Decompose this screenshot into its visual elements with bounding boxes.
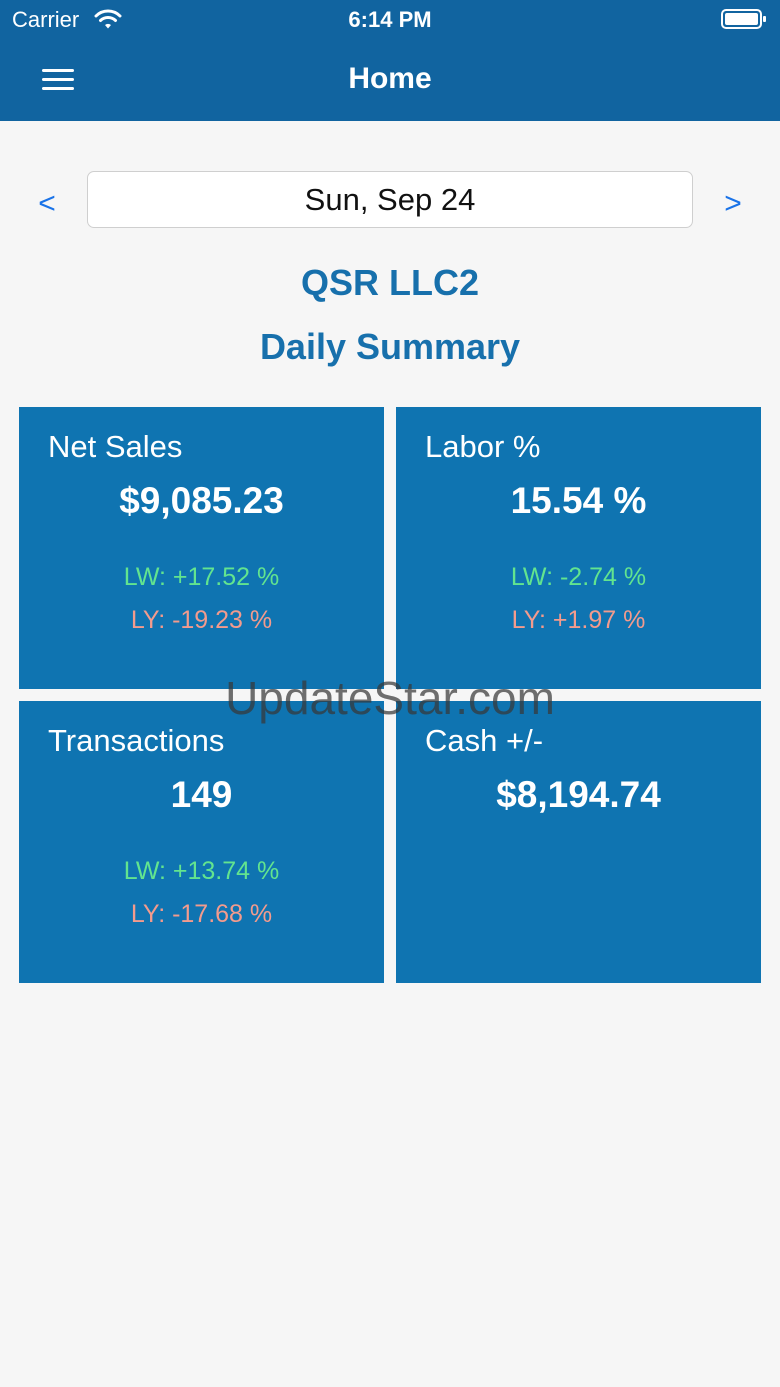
card-value: $9,085.23 [119, 480, 284, 521]
last-year-change: LY: -17.68 % [130, 900, 273, 928]
next-day-button[interactable]: > [715, 184, 751, 224]
last-year-change: LY: -19.23 % [130, 606, 273, 634]
card-label: Transactions [48, 723, 225, 758]
transactions-card[interactable]: Transactions 149 LW: +13.74 % LY: -17.68… [19, 701, 384, 983]
card-label: Net Sales [48, 429, 183, 464]
page-title: Home [348, 62, 432, 95]
company-name: QSR LLC2 [300, 262, 479, 303]
navigation-bar: Carrier 6:14 PM Home [0, 0, 780, 121]
last-year-change: LY: +1.97 % [511, 606, 646, 634]
last-week-change: LW: -2.74 % [510, 563, 647, 591]
status-time: 6:14 PM [348, 7, 432, 32]
card-value: 149 [170, 774, 233, 815]
status-bar: Carrier 6:14 PM [0, 0, 780, 40]
summary-title: Daily Summary [259, 326, 521, 367]
labor-card[interactable]: Labor % 15.54 % LW: -2.74 % LY: +1.97 % [396, 407, 761, 689]
card-label: Labor % [425, 429, 541, 464]
net-sales-card[interactable]: Net Sales $9,085.23 LW: +17.52 % LY: -19… [19, 407, 384, 689]
cash-card[interactable]: Cash +/- $8,194.74 [396, 701, 761, 983]
date-field[interactable]: Sun, Sep 24 [87, 171, 693, 228]
battery-icon [721, 9, 766, 29]
card-value: 15.54 % [510, 480, 647, 521]
last-week-change: LW: +17.52 % [123, 563, 280, 591]
previous-day-button[interactable]: < [29, 184, 65, 224]
card-value: $8,194.74 [496, 774, 661, 815]
last-week-change: LW: +13.74 % [123, 857, 280, 885]
card-label: Cash +/- [425, 723, 544, 758]
